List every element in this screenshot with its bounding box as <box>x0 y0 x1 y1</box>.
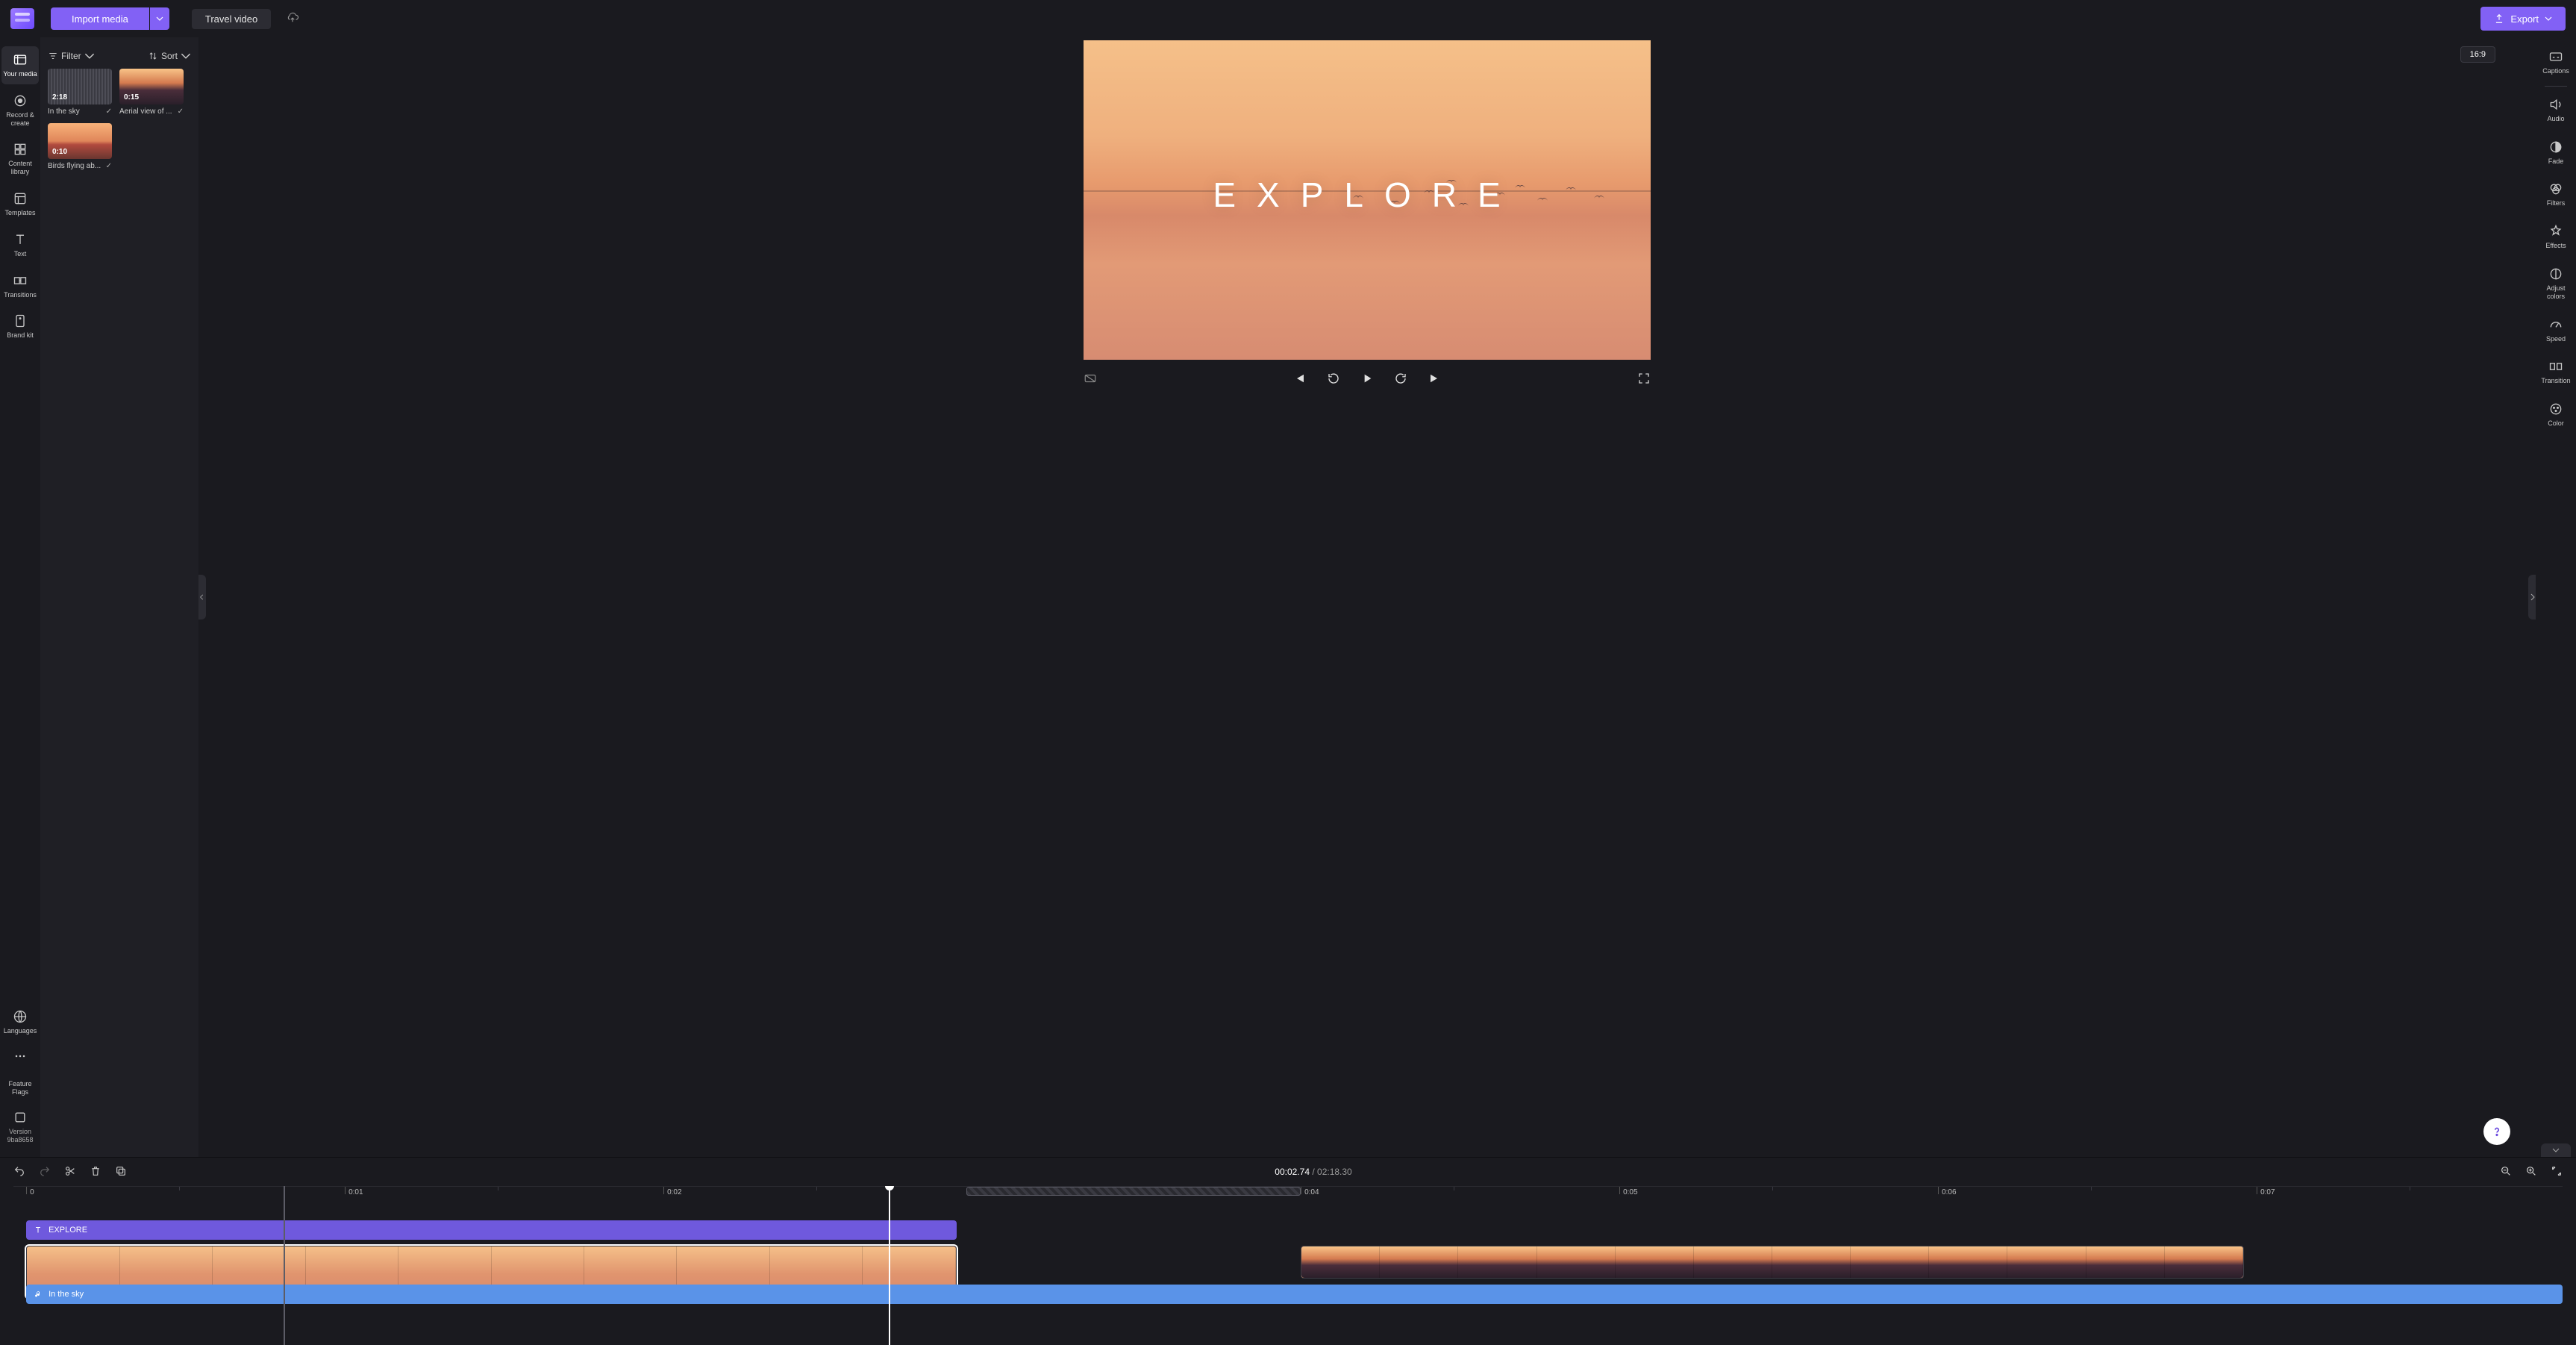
prop-filters[interactable]: Filters <box>2537 174 2575 215</box>
aspect-ratio-button[interactable]: 16:9 <box>2460 46 2495 63</box>
media-item[interactable]: 0:10 Birds flying ab...✓ <box>48 123 112 170</box>
zoom-fit-button[interactable] <box>2551 1165 2563 1179</box>
nav-feature-flags[interactable]: Feature Flags <box>1 1077 39 1099</box>
timeline-timecode: 00:02.74 / 02:18.30 <box>1275 1167 1351 1177</box>
video-clip[interactable] <box>1301 1246 2244 1279</box>
skip-back-button[interactable] <box>1292 372 1306 387</box>
zoom-out-button[interactable] <box>2500 1165 2512 1179</box>
prop-audio[interactable]: Audio <box>2537 90 2575 131</box>
skip-forward-button[interactable] <box>1428 372 1442 387</box>
preview-canvas[interactable]: EXPLORE <box>1084 40 1651 360</box>
nav-brand-kit[interactable]: Brand kit <box>1 308 39 346</box>
app-logo[interactable] <box>10 8 34 29</box>
export-label: Export <box>2510 13 2539 25</box>
expand-more-icon[interactable] <box>2541 1143 2571 1157</box>
forward-button[interactable] <box>1394 372 1407 387</box>
play-button[interactable] <box>1361 372 1373 387</box>
help-button[interactable] <box>2483 1118 2510 1145</box>
check-icon: ✓ <box>178 107 184 116</box>
track-text[interactable]: EXPLORE <box>13 1220 2563 1240</box>
track-video[interactable] <box>13 1246 2563 1279</box>
check-icon: ✓ <box>106 107 112 116</box>
nav-languages[interactable]: Languages <box>1 1006 39 1038</box>
text-clip[interactable]: EXPLORE <box>26 1220 957 1240</box>
audio-clip[interactable]: In the sky <box>26 1285 2563 1304</box>
delete-button[interactable] <box>90 1165 101 1179</box>
collapse-right-panel-button[interactable] <box>2528 575 2536 620</box>
media-item[interactable]: 0:15 Aerial view of ...✓ <box>119 69 184 116</box>
timeline-start-marker <box>284 1186 285 1345</box>
sort-button[interactable]: Sort <box>148 51 191 61</box>
prop-fade[interactable]: Fade <box>2537 132 2575 173</box>
fullscreen-button[interactable] <box>1637 372 1651 387</box>
playhead[interactable] <box>889 1186 890 1345</box>
prop-effects[interactable]: Effects <box>2537 216 2575 258</box>
cloud-sync-icon[interactable] <box>286 11 299 27</box>
nav-more[interactable] <box>1 1046 39 1070</box>
redo-button[interactable] <box>39 1165 51 1179</box>
prop-adjust-colors[interactable]: Adjust colors <box>2537 259 2575 308</box>
rewind-button[interactable] <box>1327 372 1340 387</box>
preview-overlay-text: EXPLORE <box>1213 175 1521 215</box>
import-media-caret[interactable] <box>150 7 169 30</box>
nav-record-create[interactable]: Record & create <box>1 87 39 134</box>
media-item[interactable]: 2:18 In the sky✓ <box>48 69 112 116</box>
check-icon: ✓ <box>106 162 112 170</box>
hide-preview-icon[interactable] <box>1084 372 1097 387</box>
prop-captions[interactable]: Captions <box>2537 42 2575 83</box>
split-button[interactable] <box>64 1165 76 1179</box>
zoom-in-button[interactable] <box>2525 1165 2537 1179</box>
nav-version[interactable]: Version9ba8658 <box>1 1107 39 1148</box>
prop-transition[interactable]: Transition <box>2537 352 2575 393</box>
project-title[interactable]: Travel video <box>192 9 271 29</box>
timeline-gap-marker[interactable] <box>966 1187 1301 1196</box>
filter-button[interactable]: Filter <box>48 51 95 61</box>
prop-speed[interactable]: Speed <box>2537 310 2575 351</box>
import-media-button[interactable]: Import media <box>51 7 149 30</box>
nav-your-media[interactable]: Your media <box>1 46 39 84</box>
copy-button[interactable] <box>115 1165 127 1179</box>
undo-button[interactable] <box>13 1165 25 1179</box>
nav-content-library[interactable]: Content library <box>1 136 39 182</box>
prop-color[interactable]: Color <box>2537 394 2575 435</box>
export-button[interactable]: Export <box>2480 7 2566 31</box>
track-audio[interactable]: In the sky <box>13 1285 2563 1304</box>
nav-transitions[interactable]: Transitions <box>1 267 39 305</box>
nav-templates[interactable]: Templates <box>1 185 39 223</box>
nav-text[interactable]: Text <box>1 226 39 264</box>
